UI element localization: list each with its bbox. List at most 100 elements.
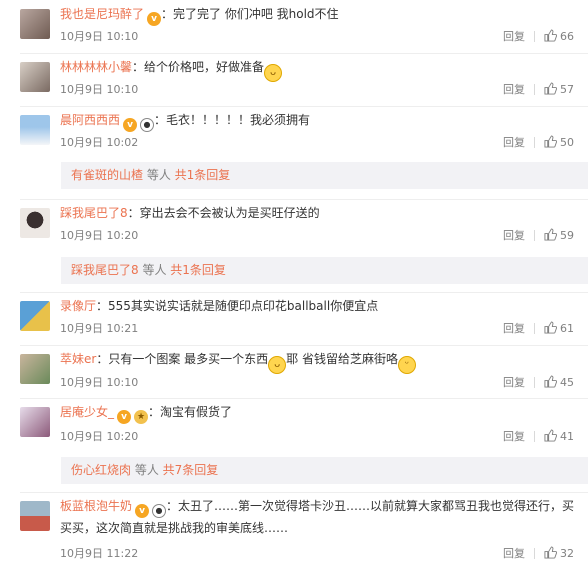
thumbs-up-icon [544,135,557,148]
username-link[interactable]: 晨阿西西西 [60,113,120,127]
panda-badge-icon[interactable]: ● [140,118,155,132]
divider [20,492,588,493]
sub-replies-box[interactable]: 有雀斑的山楂 等人 共1条回复 [61,162,588,189]
like-count: 50 [560,136,574,149]
sub-reply-suffix: 等人 [143,168,175,182]
vip-badge-icon[interactable]: v [135,504,150,518]
gold-badge-icon[interactable]: ★ [134,410,149,424]
avatar[interactable] [20,62,50,92]
comment-text: ：淘宝有假货了 [148,405,233,419]
like-count: 41 [560,430,574,443]
laughing-emoji-icon: ᴗ [264,64,283,82]
reply-button[interactable]: 回复 [503,320,525,337]
divider [20,345,588,346]
avatar[interactable] [20,407,50,437]
sub-replies-box[interactable]: 踩我尾巴了8 等人 共1条回复 [61,257,588,284]
thumbs-up-icon [544,82,557,95]
comment-text: ：太丑了……第一次觉得塔卡沙丑……以前就算大家都骂丑我也觉得还行，买 [166,499,575,513]
laughing-emoji-icon: ᴗ [268,356,287,374]
comment-time: 10月9日 10:21 [60,322,139,335]
username-link[interactable]: 板蓝根泡牛奶 [60,499,132,513]
divider [20,106,588,107]
reply-button[interactable]: 回复 [503,428,525,445]
vip-badge-icon[interactable]: v [147,12,162,26]
like-count: 57 [560,83,574,96]
comment-time: 10月9日 10:10 [60,83,139,96]
divider [534,431,535,442]
comment-text: ：完了完了 你们冲吧 我hold不住 [161,7,339,21]
like-count: 61 [560,322,574,335]
thumbs-up-icon [544,321,557,334]
like-button[interactable]: 32 [544,545,574,562]
like-count: 66 [560,30,574,43]
comment-text: ：555其实说实话就是随便印点印花ballball你便宜点 [96,299,379,313]
username-link[interactable]: 我也是尼玛醉了 [60,7,144,21]
reply-button[interactable]: 回复 [503,134,525,151]
like-button[interactable]: 66 [544,28,574,45]
avatar[interactable] [20,501,50,531]
comment-time: 10月9日 10:10 [60,30,139,43]
username-link[interactable]: 录像厅 [60,299,96,313]
thumbs-up-icon [544,228,557,241]
divider [20,53,588,54]
comment-text-cont: 耶 省钱留给芝麻街咯 [286,352,398,366]
thumbs-up-icon [544,546,557,559]
like-button[interactable]: 61 [544,320,574,337]
reply-button[interactable]: 回复 [503,545,525,562]
reply-button[interactable]: 回复 [503,81,525,98]
username-link[interactable]: 林林林林小馨 [60,60,132,74]
like-button[interactable]: 59 [544,227,574,244]
like-count: 32 [560,547,574,560]
comment-text-line2: 买买，这次简直就是挑战我的审美底线…… [60,521,289,535]
comment-text: ：给个价格吧，好做准备 [132,60,265,74]
thumbs-up-icon [544,429,557,442]
sub-reply-count-link[interactable]: 共1条回复 [170,263,226,277]
comment-time: 10月9日 10:10 [60,376,139,389]
comment-text: ：只有一个图案 最多买一个东西 [96,352,269,366]
vip-badge-icon[interactable]: v [117,410,132,424]
sub-reply-suffix: 等人 [138,263,171,277]
sub-reply-suffix: 等人 [131,463,163,477]
divider [534,137,535,148]
reply-button[interactable]: 回复 [503,374,525,391]
comment-time: 10月9日 11:22 [60,547,139,560]
divider [20,398,588,399]
divider [534,377,535,388]
sub-replies-box[interactable]: 伤心红烧肉 等人 共7条回复 [61,457,588,484]
divider [20,199,588,200]
sub-reply-user-link[interactable]: 伤心红烧肉 [71,463,131,477]
comment-time: 10月9日 10:02 [60,136,139,149]
avatar[interactable] [20,115,50,145]
like-button[interactable]: 41 [544,428,574,445]
vip-badge-icon[interactable]: v [123,118,138,132]
sub-reply-user-link[interactable]: 踩我尾巴了8 [71,263,139,277]
thumbs-up-icon [544,29,557,42]
like-count: 45 [560,376,574,389]
username-link[interactable]: 踩我尾巴了8 [60,206,128,220]
comment-time: 10月9日 10:20 [60,229,139,242]
comment-time: 10月9日 10:20 [60,430,139,443]
avatar[interactable] [20,301,50,331]
like-count: 59 [560,229,574,242]
divider [534,230,535,241]
username-link[interactable]: 萃妹er [60,352,96,366]
thumbs-up-icon [544,375,557,388]
comment-text: ：毛衣！！！！！我必须拥有 [154,113,311,127]
avatar[interactable] [20,9,50,39]
like-button[interactable]: 45 [544,374,574,391]
reply-button[interactable]: 回复 [503,227,525,244]
sub-reply-count-link[interactable]: 共1条回复 [175,168,231,182]
sub-reply-user-link[interactable]: 有雀斑的山楂 [71,168,143,182]
like-button[interactable]: 57 [544,81,574,98]
reply-button[interactable]: 回复 [503,28,525,45]
divider [534,84,535,95]
sub-reply-count-link[interactable]: 共7条回复 [163,463,219,477]
divider [534,31,535,42]
avatar[interactable] [20,354,50,384]
comment-text: ：穿出去会不会被认为是买旺仔送的 [127,206,320,220]
panda-badge-icon[interactable]: ● [152,504,167,518]
username-link[interactable]: 居庵少女_ [60,405,114,419]
avatar[interactable] [20,208,50,238]
like-button[interactable]: 50 [544,134,574,151]
grin-emoji-icon: ᵕ [397,356,416,374]
